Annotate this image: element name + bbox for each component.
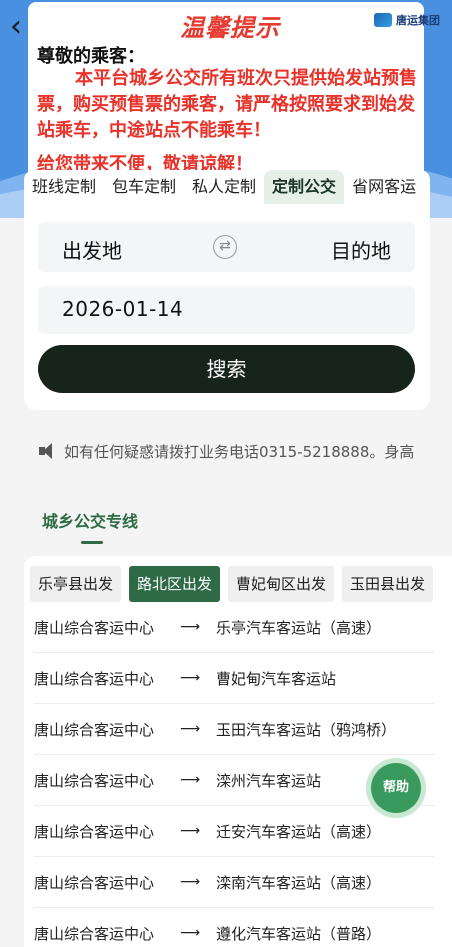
route-origin: 唐山综合客运中心 [34, 669, 155, 688]
route-row[interactable]: 唐山综合客运中心 ⟶ 滦南汽车客运站（高速） [34, 857, 434, 908]
tip-logo: 温馨提示 [180, 13, 280, 42]
route-destination: 滦南汽车客运站（高速） [216, 873, 382, 892]
route-arrow-icon: ⟶ [180, 823, 201, 839]
tab-custom-bus[interactable]: 定制公交 [264, 170, 345, 204]
route-origin: 唐山综合客运中心 [34, 720, 155, 739]
route-origin: 唐山综合客运中心 [34, 771, 155, 790]
route-row[interactable]: 唐山综合客运中心 ⟶ 迁安汽车客运站（高速） [34, 806, 434, 857]
region-chip-lubei[interactable]: 路北区出发 [129, 566, 221, 602]
company-mark-icon [374, 13, 392, 27]
company-name: 唐运集团 [396, 14, 440, 27]
region-chip-yutian[interactable]: 玉田县出发 [342, 566, 434, 602]
announcement-text: 如有任何疑惑请拨打业务电话0315-5218888。身高 [64, 442, 415, 461]
announcement-bar: 如有任何疑惑请拨打业务电话0315-5218888。身高 [24, 428, 430, 474]
route-origin: 唐山综合客运中心 [34, 822, 155, 841]
route-origin: 唐山综合客运中心 [34, 873, 155, 892]
tab-provincial[interactable]: 省网客运 [344, 170, 424, 204]
route-destination: 遵化汽车客运站（普路） [216, 924, 382, 943]
company-logo: 唐运集团 [374, 12, 440, 28]
route-arrow-icon: ⟶ [180, 619, 201, 635]
notice-greeting: 尊敬的乘客： [37, 46, 145, 67]
tab-private-custom[interactable]: 私人定制 [184, 170, 264, 204]
route-row[interactable]: 唐山综合客运中心 ⟶ 乐亭汽车客运站（高速） [34, 602, 434, 653]
tab-charter-custom[interactable]: 包车定制 [104, 170, 184, 204]
region-tabs: 乐亭县出发 路北区出发 曹妃甸区出发 玉田县出发 [30, 566, 434, 602]
back-arrow-icon[interactable]: ‹ [10, 12, 34, 42]
origin-field[interactable]: 出发地 [62, 235, 122, 264]
route-row[interactable]: 唐山综合客运中心 ⟶ 曹妃甸汽车客运站 [34, 653, 434, 704]
route-arrow-icon: ⟶ [180, 925, 201, 941]
tab-line-custom[interactable]: 班线定制 [24, 170, 104, 204]
service-tabs: 班线定制 包车定制 私人定制 定制公交 省网客运 [24, 170, 430, 204]
route-arrow-icon: ⟶ [180, 670, 201, 686]
swap-icon[interactable]: ⇄ [213, 235, 237, 259]
route-destination: 乐亭汽车客运站（高速） [216, 618, 382, 637]
search-panel: 出发地 ⇄ 目的地 2026-01-14 搜索 [24, 204, 430, 410]
route-selector: 出发地 ⇄ 目的地 [38, 222, 415, 272]
route-row[interactable]: 唐山综合客运中心 ⟶ 遵化汽车客运站（普路） [34, 908, 434, 947]
route-origin: 唐山综合客运中心 [34, 924, 155, 943]
search-button[interactable]: 搜索 [38, 345, 415, 393]
route-arrow-icon: ⟶ [180, 772, 201, 788]
destination-field[interactable]: 目的地 [331, 235, 391, 264]
route-row[interactable]: 唐山综合客运中心 ⟶ 玉田汽车客运站（鸦鸿桥） [34, 704, 434, 755]
route-destination: 滦州汽车客运站 [216, 771, 322, 790]
speaker-icon [38, 441, 58, 461]
section-underline [81, 541, 103, 544]
route-list-card: 乐亭县出发 路北区出发 曹妃甸区出发 玉田县出发 唐山综合客运中心 ⟶ 乐亭汽车… [24, 556, 452, 947]
notice-body: 本平台城乡公交所有班次只提供始发站预售票，购买预售票的乘客，请严格按照要求到始发… [37, 68, 417, 141]
route-destination: 玉田汽车客运站（鸦鸿桥） [216, 720, 397, 739]
route-arrow-icon: ⟶ [180, 874, 201, 890]
route-arrow-icon: ⟶ [180, 721, 201, 737]
route-origin: 唐山综合客运中心 [34, 618, 155, 637]
region-chip-caofeidian[interactable]: 曹妃甸区出发 [228, 566, 335, 602]
help-button[interactable]: 帮助 [371, 763, 421, 813]
date-field[interactable]: 2026-01-14 [38, 286, 415, 334]
route-destination: 迁安汽车客运站（高速） [216, 822, 382, 841]
region-chip-laoting[interactable]: 乐亭县出发 [30, 566, 122, 602]
section-title[interactable]: 城乡公交专线 [42, 508, 138, 532]
route-destination: 曹妃甸汽车客运站 [216, 669, 337, 688]
